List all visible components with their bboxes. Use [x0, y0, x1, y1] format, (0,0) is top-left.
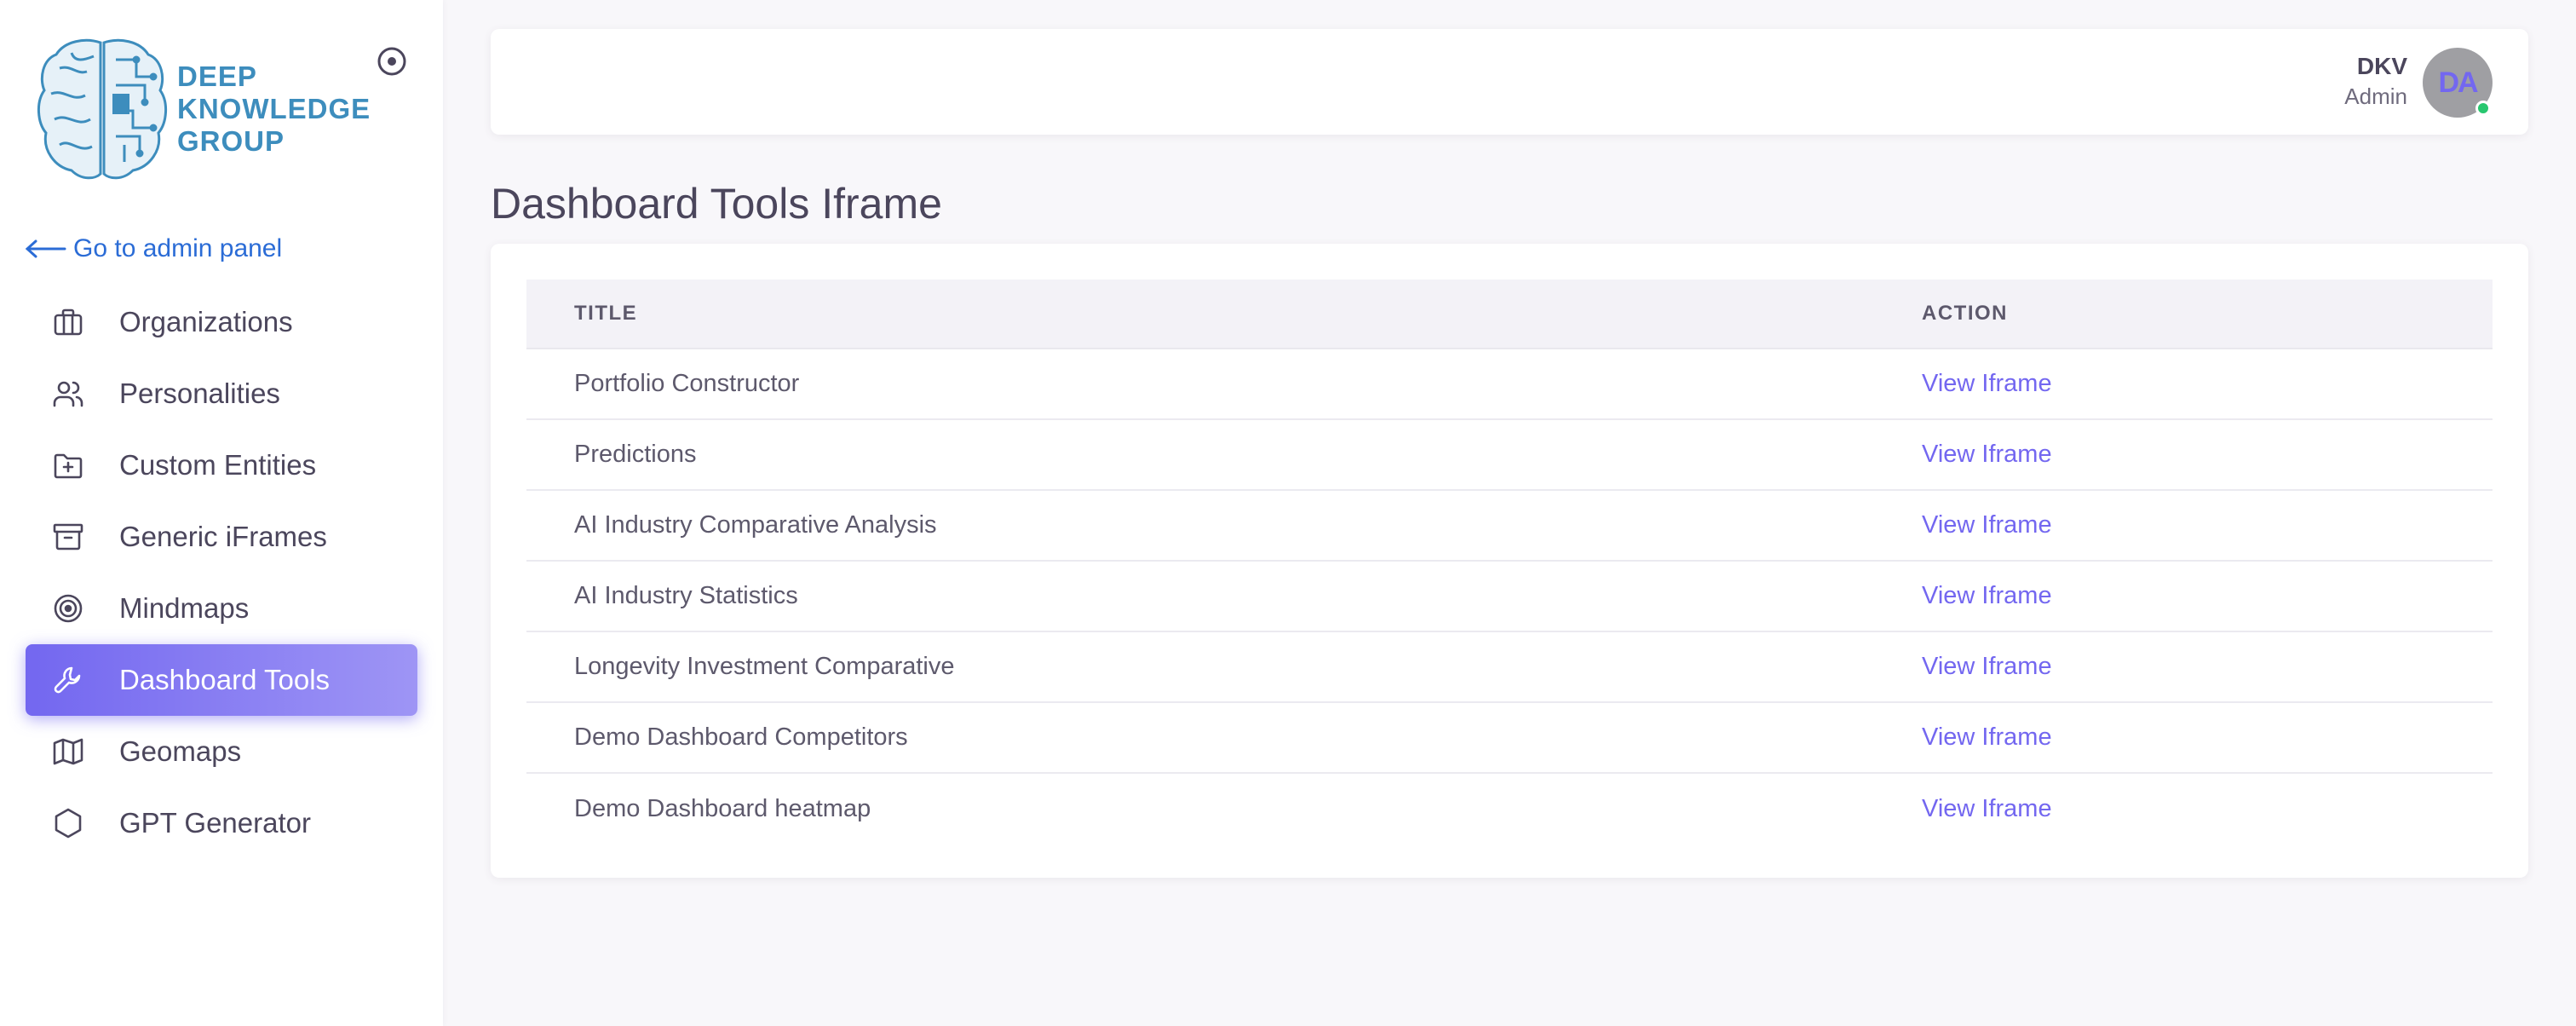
row-title: AI Industry Comparative Analysis	[574, 511, 937, 539]
arrow-left-icon	[25, 239, 66, 258]
dashboard-tools-table-card: TITLE ACTION Portfolio Constructor View …	[491, 244, 2528, 878]
go-to-admin-panel-link[interactable]: Go to admin panel	[24, 230, 282, 268]
sidebar-item-mindmaps[interactable]: Mindmaps	[26, 573, 417, 644]
target-icon	[51, 591, 85, 625]
logo-text: DEEP KNOWLEDGE GROUP	[177, 61, 371, 158]
sidebar-item-label: Dashboard Tools	[119, 664, 331, 695]
view-iframe-link[interactable]: View Iframe	[1922, 441, 2052, 469]
sidebar: DEEP KNOWLEDGE GROUP Go to admin panel O…	[0, 0, 443, 1026]
sidebar-item-label: GPT Generator	[119, 807, 311, 839]
sidebar-item-label: Geomaps	[119, 735, 242, 767]
online-status-dot	[2475, 101, 2491, 116]
hexagon-icon	[51, 806, 85, 840]
view-iframe-link[interactable]: View Iframe	[1922, 370, 2052, 398]
sidebar-nav: Organizations Personalities Custom Entit…	[26, 286, 417, 859]
users-icon	[51, 377, 85, 411]
app: DEEP KNOWLEDGE GROUP Go to admin panel O…	[0, 0, 2576, 1026]
logo-line: DEEP	[177, 61, 257, 92]
folder-plus-icon	[51, 448, 85, 482]
sidebar-item-custom-entities[interactable]: Custom Entities	[26, 429, 417, 501]
radio-circle-icon	[377, 47, 406, 76]
brain-logo-icon	[37, 38, 167, 180]
row-title: Portfolio Constructor	[574, 370, 800, 397]
sidebar-item-personalities[interactable]: Personalities	[26, 358, 417, 429]
view-iframe-link[interactable]: View Iframe	[1922, 511, 2052, 539]
sidebar-item-geomaps[interactable]: Geomaps	[26, 716, 417, 787]
table-row: AI Industry Comparative Analysis View If…	[526, 491, 2493, 562]
sidebar-item-label: Personalities	[119, 378, 280, 409]
top-navbar: DKV Admin DA	[491, 29, 2528, 135]
sidebar-item-gpt-generator[interactable]: GPT Generator	[26, 787, 417, 859]
logo-line: KNOWLEDGE	[177, 93, 371, 124]
sidebar-item-generic-iframes[interactable]: Generic iFrames	[26, 501, 417, 573]
avatar-initials: DA	[2438, 66, 2478, 99]
table-row: Demo Dashboard heatmap View Iframe	[526, 774, 2493, 844]
row-title: AI Industry Statistics	[574, 582, 798, 609]
view-iframe-link[interactable]: View Iframe	[1922, 653, 2052, 681]
sidebar-item-label: Mindmaps	[119, 592, 250, 624]
table-row: Longevity Investment Comparative View If…	[526, 632, 2493, 703]
row-title: Demo Dashboard Competitors	[574, 723, 908, 751]
page-title: Dashboard Tools Iframe	[491, 180, 942, 228]
table-row: Demo Dashboard Competitors View Iframe	[526, 703, 2493, 774]
sidebar-item-dashboard-tools[interactable]: Dashboard Tools	[26, 644, 417, 716]
table-header: TITLE ACTION	[526, 280, 2493, 349]
user-name: DKV	[2356, 53, 2407, 79]
logo[interactable]: DEEP KNOWLEDGE GROUP	[34, 32, 370, 186]
back-link-label: Go to admin panel	[73, 234, 283, 262]
logo-line: GROUP	[177, 125, 285, 157]
user-role: Admin	[2344, 84, 2407, 109]
briefcase-icon	[51, 305, 85, 339]
view-iframe-link[interactable]: View Iframe	[1922, 582, 2052, 610]
row-title: Predictions	[574, 441, 697, 468]
sidebar-item-label: Generic iFrames	[119, 521, 327, 552]
table-row: Portfolio Constructor View Iframe	[526, 349, 2493, 420]
table-row: AI Industry Statistics View Iframe	[526, 562, 2493, 632]
table-row: Predictions View Iframe	[526, 420, 2493, 491]
avatar[interactable]: DA	[2423, 48, 2493, 118]
row-title: Longevity Investment Comparative	[574, 653, 955, 680]
column-header-action: ACTION	[1922, 302, 2008, 325]
column-header-title: TITLE	[574, 302, 638, 325]
row-title: Demo Dashboard heatmap	[574, 795, 871, 822]
sidebar-item-label: Custom Entities	[119, 449, 317, 481]
user-info[interactable]: DKV Admin	[2344, 51, 2407, 111]
map-icon	[51, 735, 85, 769]
sidebar-item-label: Organizations	[119, 306, 293, 337]
dashboard-tools-table: TITLE ACTION Portfolio Constructor View …	[526, 280, 2493, 844]
view-iframe-link[interactable]: View Iframe	[1922, 723, 2052, 752]
view-iframe-link[interactable]: View Iframe	[1922, 795, 2052, 823]
wrench-icon	[51, 663, 85, 697]
sidebar-collapse-toggle[interactable]	[375, 44, 409, 78]
sidebar-item-organizations[interactable]: Organizations	[26, 286, 417, 358]
archive-icon	[51, 520, 85, 554]
